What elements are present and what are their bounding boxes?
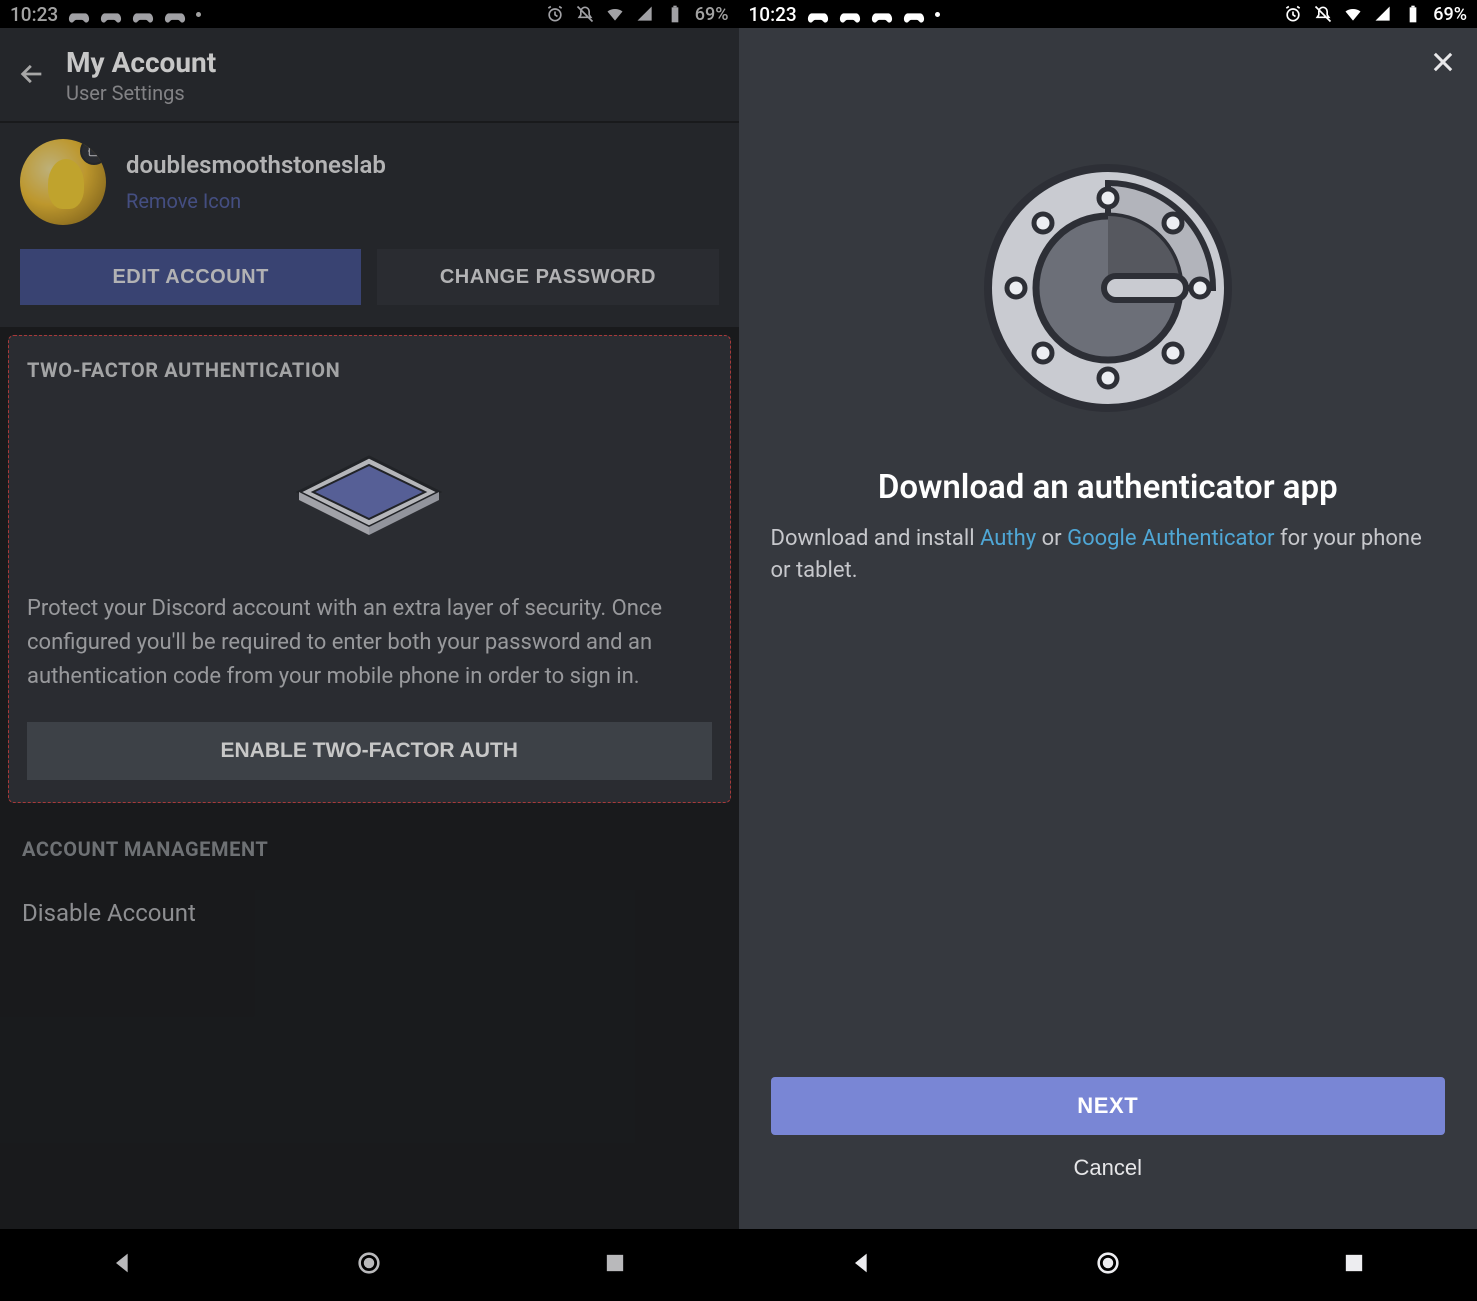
battery-icon [1403, 4, 1423, 24]
remove-icon-link[interactable]: Remove Icon [126, 189, 386, 213]
modal-body: Download and install Authy or Google Aut… [739, 523, 1477, 587]
nav-home-icon[interactable] [1094, 1249, 1122, 1281]
page-subtitle: User Settings [66, 81, 216, 105]
back-arrow-icon[interactable] [18, 60, 46, 92]
account-management-heading: ACCOUNT MANAGEMENT [22, 837, 717, 861]
nav-recents-icon[interactable] [1340, 1249, 1368, 1281]
android-nav-bar [739, 1229, 1477, 1301]
controller-icon [100, 7, 122, 21]
cell-signal-icon [635, 4, 655, 24]
more-notifications-icon [196, 12, 201, 17]
username-label: doublesmoothstoneslab [126, 151, 386, 179]
controller-icon [903, 7, 925, 21]
cancel-button[interactable]: Cancel [771, 1143, 1446, 1193]
modal-body-pre: Download and install [771, 526, 981, 551]
account-management-section: ACCOUNT MANAGEMENT Disable Account [0, 811, 739, 945]
controller-icon [807, 7, 829, 21]
modal-title: Download an authenticator app [739, 468, 1477, 507]
two-factor-description: Protect your Discord account with an ext… [27, 592, 712, 694]
cell-signal-icon [1373, 4, 1393, 24]
authenticator-modal: Download an authenticator app Download a… [739, 28, 1477, 1229]
controller-icon [132, 7, 154, 21]
wifi-icon [605, 4, 625, 24]
controller-icon [68, 7, 90, 21]
enable-2fa-button[interactable]: ENABLE TWO-FACTOR AUTH [27, 722, 712, 780]
two-factor-heading: TWO-FACTOR AUTHENTICATION [27, 358, 712, 382]
alarm-icon [1283, 4, 1303, 24]
next-button[interactable]: NEXT [771, 1077, 1446, 1135]
controller-icon [839, 7, 861, 21]
phone-right-authenticator-modal: 10:23 69% [739, 0, 1477, 1301]
modal-body-mid: or [1036, 526, 1067, 551]
controller-icon [164, 7, 186, 21]
nav-recents-icon[interactable] [601, 1249, 629, 1281]
battery-icon [665, 4, 685, 24]
settings-header: My Account User Settings [0, 28, 739, 121]
authenticator-vault-icon [968, 148, 1248, 428]
change-password-button[interactable]: CHANGE PASSWORD [377, 249, 718, 305]
do-not-disturb-icon [575, 4, 595, 24]
status-battery-pct: 69% [1433, 4, 1467, 25]
android-status-bar: 10:23 69% [0, 0, 739, 28]
authy-link[interactable]: Authy [980, 526, 1036, 551]
two-factor-section: TWO-FACTOR AUTHENTICATION Protect your D… [8, 335, 731, 803]
avatar[interactable] [20, 139, 106, 225]
nav-back-icon[interactable] [848, 1249, 876, 1281]
status-time: 10:23 [10, 3, 58, 26]
disable-account-item[interactable]: Disable Account [22, 891, 717, 935]
profile-card: doublesmoothstoneslab Remove Icon EDIT A… [0, 123, 739, 327]
page-title: My Account [66, 46, 216, 79]
nav-back-icon[interactable] [109, 1249, 137, 1281]
do-not-disturb-icon [1313, 4, 1333, 24]
more-notifications-icon [935, 12, 940, 17]
phone-illustration-icon [279, 432, 459, 542]
close-icon[interactable] [1423, 42, 1463, 82]
controller-icon [871, 7, 893, 21]
android-status-bar: 10:23 69% [739, 0, 1477, 28]
edit-account-button[interactable]: EDIT ACCOUNT [20, 249, 361, 305]
android-nav-bar [0, 1229, 739, 1301]
wifi-icon [1343, 4, 1363, 24]
avatar-edit-icon[interactable] [80, 139, 106, 165]
status-time: 10:23 [749, 3, 797, 26]
nav-home-icon[interactable] [355, 1249, 383, 1281]
phone-left-account-settings: 10:23 69% My Account User Settings [0, 0, 739, 1301]
google-authenticator-link[interactable]: Google Authenticator [1067, 526, 1274, 551]
alarm-icon [545, 4, 565, 24]
status-battery-pct: 69% [695, 4, 729, 25]
